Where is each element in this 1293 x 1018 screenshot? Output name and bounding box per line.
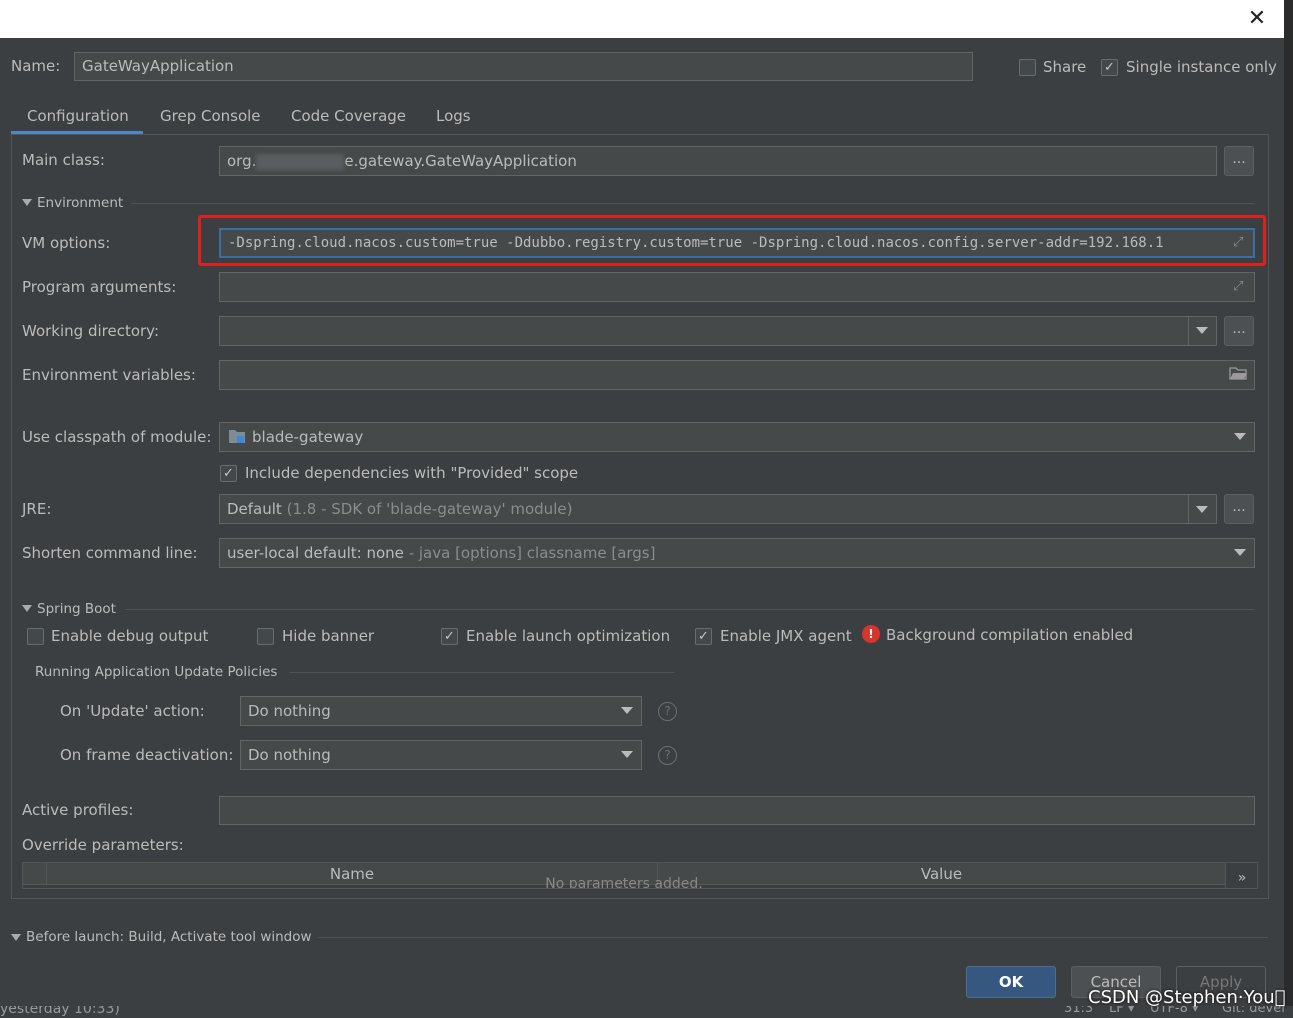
program-arguments-input[interactable] (219, 272, 1255, 302)
update-policies-title: Running Application Update Policies (35, 664, 278, 680)
enable-jmx-agent-label: Enable JMX agent (720, 627, 852, 645)
share-checkbox[interactable] (1019, 59, 1036, 76)
jre-select[interactable]: Default (1.8 - SDK of 'blade-gateway' mo… (219, 494, 1217, 524)
jre-browse-button[interactable]: ... (1224, 494, 1254, 524)
classpath-select[interactable]: blade-gateway (219, 422, 1255, 452)
before-launch-collapse-icon[interactable] (11, 934, 21, 941)
include-dependencies-checkbox[interactable]: ✓ (220, 465, 237, 482)
active-profiles-input[interactable] (219, 796, 1255, 825)
on-update-select[interactable]: Do nothing (240, 696, 642, 726)
shorten-command-select[interactable]: user-local default: none - java [options… (219, 538, 1255, 568)
spring-boot-collapse-icon[interactable] (22, 605, 32, 612)
hide-banner-checkbox[interactable] (257, 628, 274, 645)
shorten-detail: - java [options] classname [args] (408, 544, 656, 562)
main-class-input[interactable]: org. e.gateway.GateWayApplication (219, 146, 1217, 176)
tab-code-coverage[interactable]: Code Coverage (291, 103, 406, 133)
blurred-region (256, 153, 345, 170)
tab-grep-console[interactable]: Grep Console (160, 103, 261, 133)
name-input[interactable]: GateWayApplication (74, 52, 973, 81)
name-label: Name: (11, 57, 61, 75)
include-dependencies-label: Include dependencies with "Provided" sco… (245, 464, 579, 482)
help-icon[interactable]: ? (658, 702, 677, 721)
module-folder-icon (228, 429, 246, 444)
expand-icon[interactable]: ⤢ (1233, 279, 1243, 294)
close-icon[interactable]: ✕ (1244, 6, 1270, 32)
environment-variables-label: Environment variables: (22, 366, 196, 384)
spring-boot-title: Spring Boot (37, 601, 116, 617)
shorten-command-label: Shorten command line: (22, 544, 198, 562)
on-frame-deactivation-label: On frame deactivation: (60, 746, 234, 764)
chevron-down-icon[interactable] (621, 751, 633, 758)
spring-boot-separator (125, 609, 1254, 610)
enable-debug-output-label: Enable debug output (51, 627, 209, 645)
vm-options-input[interactable]: -Dspring.cloud.nacos.custom=true -Ddubbo… (219, 228, 1255, 258)
single-instance-label: Single instance only (1126, 58, 1277, 76)
vm-options-label: VM options: (22, 234, 111, 252)
working-directory-input[interactable] (219, 316, 1217, 346)
environment-separator (131, 203, 1254, 204)
environment-title: Environment (37, 195, 124, 211)
help-icon[interactable]: ? (658, 746, 677, 765)
enable-launch-optimization-checkbox[interactable]: ✓ (441, 628, 458, 645)
folder-icon[interactable] (1229, 366, 1247, 380)
ok-button[interactable]: OK (966, 966, 1056, 998)
program-arguments-label: Program arguments: (22, 278, 177, 296)
enable-launch-optimization-label: Enable launch optimization (466, 627, 671, 645)
main-class-suffix: e.gateway.GateWayApplication (344, 152, 577, 170)
update-policies-separator (290, 672, 675, 673)
dropdown-divider (1188, 495, 1189, 523)
before-launch-title: Before launch: Build, Activate tool wind… (26, 929, 312, 945)
expand-table-button[interactable]: » (1225, 863, 1257, 888)
tab-logs[interactable]: Logs (436, 103, 471, 133)
main-class-browse-button[interactable]: ... (1224, 146, 1254, 176)
environment-variables-input[interactable] (219, 360, 1255, 390)
jre-value: Default (227, 500, 282, 518)
environment-collapse-icon[interactable] (22, 199, 32, 206)
active-profiles-label: Active profiles: (22, 801, 134, 819)
main-class-label: Main class: (22, 151, 105, 169)
dropdown-divider (1188, 317, 1189, 345)
expand-icon[interactable]: ⤢ (1233, 235, 1243, 250)
override-parameters-table: Name Value No parameters added. » (22, 862, 1258, 889)
enable-jmx-agent-checkbox[interactable]: ✓ (695, 628, 712, 645)
share-label: Share (1043, 58, 1087, 76)
watermark-text: CSDN @Stephen·You⃝ (1088, 987, 1286, 1008)
working-directory-label: Working directory: (22, 322, 160, 340)
jre-label: JRE: (22, 500, 52, 518)
override-parameters-label: Override parameters: (22, 836, 184, 854)
jre-detail: (1.8 - SDK of 'blade-gateway' module) (286, 500, 573, 518)
status-left-text: yesterday 10:33) (0, 1006, 120, 1017)
on-frame-deactivation-select[interactable]: Do nothing (240, 740, 642, 770)
tab-configuration[interactable]: Configuration (27, 103, 129, 133)
enable-debug-output-checkbox[interactable] (27, 628, 44, 645)
classpath-label: Use classpath of module: (22, 428, 212, 446)
chevron-down-icon[interactable] (1196, 327, 1208, 334)
chevron-down-icon[interactable] (1234, 433, 1246, 440)
chevron-down-icon[interactable] (621, 707, 633, 714)
hide-banner-label: Hide banner (282, 627, 375, 645)
single-instance-checkbox[interactable]: ✓ (1101, 59, 1118, 76)
on-update-label: On 'Update' action: (60, 702, 205, 720)
empty-table-text: No parameters added. (545, 876, 703, 889)
background-editor-strip (1284, 0, 1293, 1018)
before-launch-separator (318, 937, 1268, 938)
chevron-down-icon[interactable] (1234, 549, 1246, 556)
working-directory-browse-button[interactable]: ... (1224, 316, 1254, 346)
main-class-prefix: org. (227, 152, 257, 170)
window-titlebar: ✕ (0, 0, 1284, 38)
background-compilation-warning: Background compilation enabled (886, 626, 1134, 644)
warning-icon: ! (862, 625, 880, 643)
shorten-value: user-local default: none (227, 544, 404, 562)
chevron-down-icon[interactable] (1196, 506, 1208, 513)
